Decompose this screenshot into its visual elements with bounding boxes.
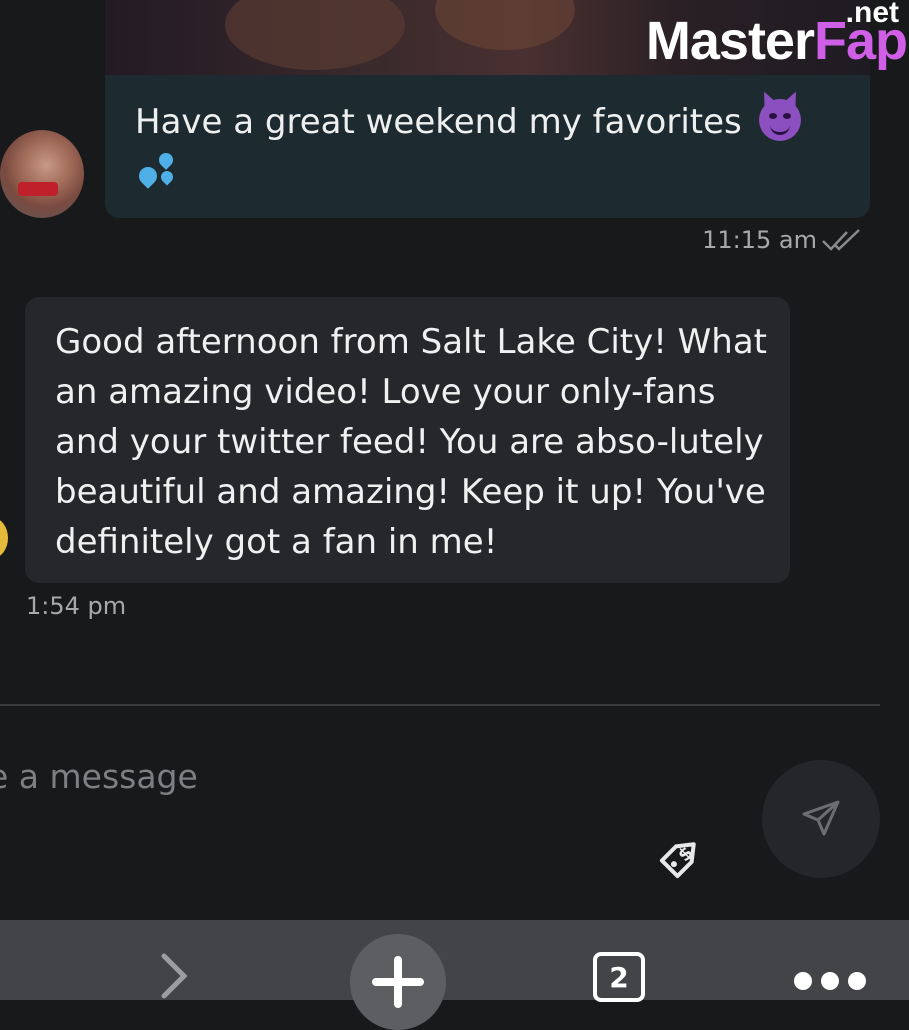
watermark-brand-accent: Fap	[813, 11, 908, 71]
sent-message-bubble[interactable]: Have a great weekend my favorites	[105, 75, 870, 218]
watermark-logo: .net MasterFap	[607, 0, 908, 80]
price-tag-dollar-icon[interactable]: $	[652, 828, 710, 886]
send-icon	[802, 800, 840, 836]
recipient-avatar[interactable]	[0, 518, 8, 558]
smiling-imp-emoji-icon	[758, 99, 801, 141]
more-icon[interactable]	[790, 972, 870, 992]
message-text: Have a great weekend my favorites	[135, 97, 850, 197]
watermark-brand-main: Master	[645, 11, 815, 71]
image-content	[225, 0, 405, 70]
message-body: Have a great weekend my favorites	[135, 102, 742, 142]
message-input[interactable]	[0, 748, 690, 804]
composer-divider	[0, 704, 880, 706]
new-tab-button[interactable]	[350, 934, 446, 1030]
message-timestamp: 1:54 pm	[26, 592, 127, 620]
watermark-brand: MasterFap	[645, 11, 908, 71]
message-text: Good afternoon from Salt Lake City! What…	[55, 322, 768, 562]
double-check-read-icon	[822, 229, 860, 251]
sender-avatar[interactable]	[0, 130, 84, 218]
tab-count-button[interactable]: 2	[593, 952, 645, 1002]
browser-bottom-toolbar: 2	[0, 920, 909, 1030]
received-message-bubble[interactable]: Good afternoon from Salt Lake City! What…	[25, 297, 790, 583]
sweat-droplets-emoji-icon	[135, 149, 183, 189]
image-content	[435, 0, 575, 50]
send-button[interactable]	[762, 760, 880, 878]
message-timestamp: 11:15 am	[702, 226, 817, 254]
chevron-right-icon[interactable]	[150, 950, 200, 1000]
